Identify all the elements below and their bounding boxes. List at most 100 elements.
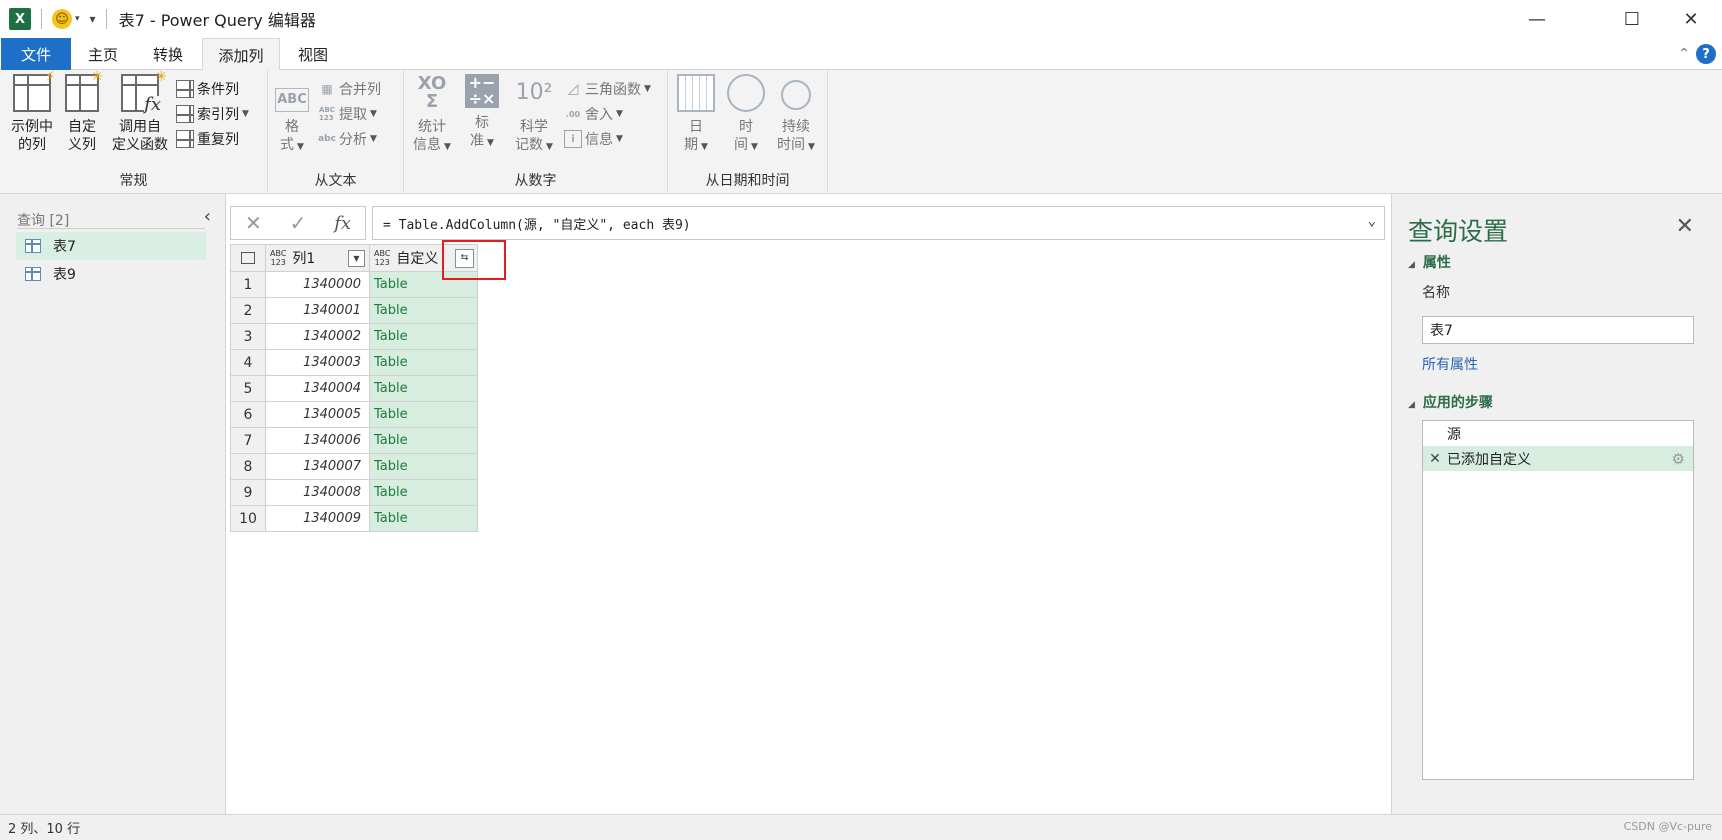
- extract-button[interactable]: ABC 123 提取 ▼: [318, 103, 377, 125]
- custom-column-label: 自定 义列: [68, 119, 96, 153]
- collapse-triangle-icon: ◢: [1408, 400, 1415, 410]
- merge-columns-button[interactable]: ▦ 合并列: [318, 78, 381, 100]
- rounding-button[interactable]: .00 舍入 ▼: [564, 103, 623, 125]
- row-number[interactable]: 9: [230, 479, 266, 506]
- type-any-icon[interactable]: ABC 123: [270, 249, 286, 267]
- date-button[interactable]: 日 期 ▼: [676, 74, 716, 156]
- cell-列1[interactable]: 1340003: [265, 349, 370, 376]
- row-number[interactable]: 3: [230, 323, 266, 350]
- duration-button[interactable]: 持续 时间 ▼: [772, 74, 820, 156]
- cell-自定义[interactable]: Table: [369, 505, 478, 532]
- format-button[interactable]: ABC 格 式 ▼: [274, 74, 310, 156]
- standard-label: 标 准 ▼: [470, 115, 494, 149]
- name-label: 名称: [1422, 285, 1450, 301]
- data-grid: ABC 123 列1 ▼ ABC 123 自定义 ⇆ 1 1340000 Table 2 1…: [230, 244, 478, 532]
- step-label: 已添加自定义: [1447, 451, 1531, 468]
- cell-列1[interactable]: 1340000: [265, 271, 370, 298]
- close-window-button[interactable]: ✕: [1662, 0, 1720, 38]
- query-item-表7[interactable]: 表7: [16, 232, 206, 260]
- all-properties-link[interactable]: 所有属性: [1422, 354, 1478, 374]
- cell-自定义[interactable]: Table: [369, 323, 478, 350]
- maximize-button[interactable]: ☐: [1603, 0, 1661, 38]
- cell-列1[interactable]: 1340006: [265, 427, 370, 454]
- index-column-button[interactable]: 索引列 ▼: [176, 103, 249, 125]
- query-name-field[interactable]: 表7: [1422, 316, 1694, 344]
- cancel-icon[interactable]: ✕: [245, 211, 262, 235]
- confirm-icon[interactable]: ✓: [290, 211, 307, 235]
- queries-pane: 查询 [2] ‹ 表7 表9: [0, 194, 226, 814]
- properties-section-title[interactable]: ◢ 属性: [1408, 252, 1451, 272]
- row-number[interactable]: 6: [230, 401, 266, 428]
- tab-add-column[interactable]: 添加列: [202, 38, 280, 71]
- ribbon-tabs: 文件 主页 转换 添加列 视图 ⌃ ?: [0, 38, 1722, 71]
- expand-formula-icon[interactable]: ⌄: [1368, 213, 1376, 229]
- cell-自定义[interactable]: Table: [369, 453, 478, 480]
- row-number[interactable]: 7: [230, 427, 266, 454]
- information-button[interactable]: i 信息 ▼: [564, 128, 623, 150]
- row-number[interactable]: 2: [230, 297, 266, 324]
- close-icon[interactable]: ✕: [1676, 214, 1694, 239]
- query-item-表9[interactable]: 表9: [16, 260, 206, 288]
- cell-列1[interactable]: 1340001: [265, 297, 370, 324]
- row-number[interactable]: 10: [230, 505, 266, 532]
- applied-steps-section-title[interactable]: ◢ 应用的步骤: [1408, 392, 1493, 412]
- chevron-down-icon: ▼: [242, 109, 249, 119]
- collapse-pane-icon[interactable]: ‹: [204, 206, 211, 227]
- statistics-button[interactable]: XO Σ 统计 信息 ▼: [410, 74, 454, 156]
- formula-input[interactable]: = Table.AddColumn(源, "自定义", each 表9) ⌄: [372, 206, 1385, 240]
- type-any-icon[interactable]: ABC 123: [374, 249, 390, 267]
- table-icon: [25, 239, 41, 253]
- standard-button[interactable]: +− ÷× 标 准 ▼: [460, 74, 504, 152]
- conditional-column-button[interactable]: 条件列: [176, 78, 239, 100]
- help-icon[interactable]: ?: [1696, 44, 1716, 64]
- duplicate-column-icon: [176, 130, 194, 148]
- cell-列1[interactable]: 1340002: [265, 323, 370, 350]
- step-source[interactable]: 源: [1423, 421, 1693, 446]
- excel-app-icon[interactable]: X: [9, 8, 31, 30]
- tab-transform[interactable]: 转换: [136, 38, 200, 70]
- parse-button[interactable]: abc 分析 ▼: [318, 128, 377, 150]
- cell-列1[interactable]: 1340007: [265, 453, 370, 480]
- gear-icon[interactable]: ⚙: [1672, 450, 1685, 468]
- cell-自定义[interactable]: Table: [369, 349, 478, 376]
- delete-step-icon[interactable]: ✕: [1423, 451, 1447, 467]
- step-added-custom[interactable]: ✕ 已添加自定义 ⚙: [1423, 446, 1693, 471]
- duplicate-column-button[interactable]: 重复列: [176, 128, 239, 150]
- trigonometry-button[interactable]: ◿ 三角函数 ▼: [564, 78, 651, 100]
- customize-qat-icon[interactable]: ▾: [90, 12, 96, 26]
- feedback-smiley-icon[interactable]: ☺: [52, 9, 72, 29]
- column-from-examples-button[interactable]: ⚡ 示例中 的列: [6, 69, 58, 154]
- table-icon: [25, 267, 41, 281]
- row-number[interactable]: 4: [230, 349, 266, 376]
- row-number[interactable]: 8: [230, 453, 266, 480]
- chevron-down-icon[interactable]: ▾: [75, 14, 80, 24]
- cell-自定义[interactable]: Table: [369, 375, 478, 402]
- cell-列1[interactable]: 1340009: [265, 505, 370, 532]
- cell-自定义[interactable]: Table: [369, 479, 478, 506]
- minimize-button[interactable]: —: [1508, 0, 1566, 38]
- tab-view[interactable]: 视图: [282, 38, 344, 70]
- format-label: 格 式 ▼: [280, 119, 304, 153]
- group-from-datetime: 日 期 ▼ 时 间 ▼ 持续 时间 ▼ 从日期和时间: [668, 70, 828, 194]
- collapse-ribbon-icon[interactable]: ⌃: [1678, 46, 1690, 62]
- cell-自定义[interactable]: Table: [369, 427, 478, 454]
- custom-column-button[interactable]: ✳ 自定 义列: [60, 69, 104, 154]
- cell-自定义[interactable]: Table: [369, 297, 478, 324]
- invoke-custom-function-button[interactable]: fx ✳ 调用自 定义函数: [108, 69, 172, 154]
- table-menu-icon: [241, 252, 255, 264]
- table-menu-button[interactable]: [230, 244, 266, 272]
- tab-home[interactable]: 主页: [72, 38, 134, 70]
- cell-列1[interactable]: 1340004: [265, 375, 370, 402]
- row-number[interactable]: 5: [230, 375, 266, 402]
- fx-icon[interactable]: fx: [334, 213, 351, 234]
- filter-dropdown-icon[interactable]: ▼: [348, 249, 365, 267]
- scientific-button[interactable]: 10² 科学 记数 ▼: [508, 74, 560, 156]
- row-number[interactable]: 1: [230, 271, 266, 298]
- time-button[interactable]: 时 间 ▼: [724, 74, 768, 156]
- cell-列1[interactable]: 1340008: [265, 479, 370, 506]
- tab-file[interactable]: 文件: [1, 38, 71, 70]
- cell-列1[interactable]: 1340005: [265, 401, 370, 428]
- cell-自定义[interactable]: Table: [369, 401, 478, 428]
- parse-label: 分析: [339, 132, 367, 148]
- column-header-列1[interactable]: ABC 123 列1 ▼: [265, 244, 370, 272]
